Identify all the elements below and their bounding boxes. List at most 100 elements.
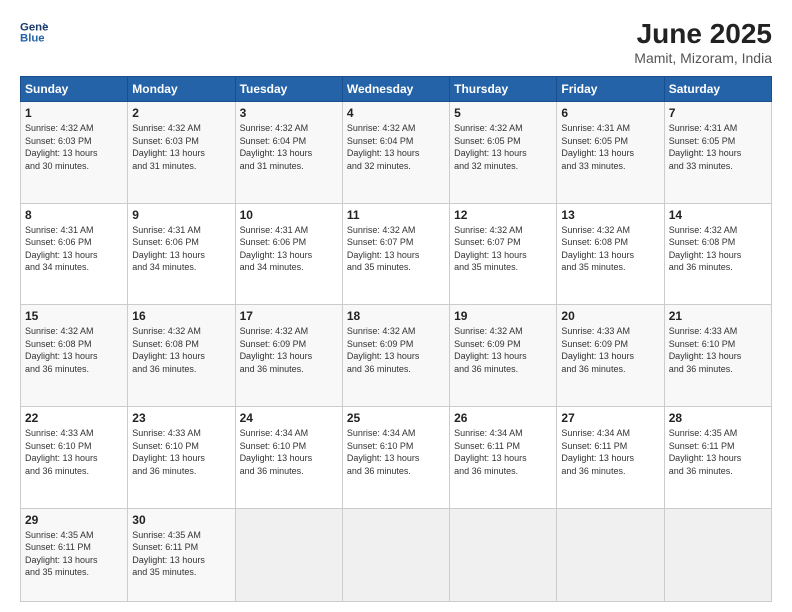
day-number: 18 [347,309,445,323]
calendar-cell: 27Sunrise: 4:34 AM Sunset: 6:11 PM Dayli… [557,406,664,508]
page-subtitle: Mamit, Mizoram, India [634,50,772,66]
day-number: 2 [132,106,230,120]
weekday-header: Monday [128,77,235,102]
calendar-cell: 20 Sunrise: 4:33 AM Sunset: 6:09 PM Dayli… [557,305,664,407]
calendar-week-row: 1 Sunrise: 4:32 AM Sunset: 6:03 PM Daylig… [21,102,772,204]
day-info: Sunrise: 4:32 AM Sunset: 6:08 PM Dayligh… [132,325,230,375]
calendar-cell [235,508,342,601]
day-number: 21 [669,309,767,323]
day-number: 24 [240,411,338,425]
calendar-table: SundayMondayTuesdayWednesdayThursdayFrid… [20,76,772,602]
day-info: Sunrise: 4:31 AM Sunset: 6:05 PM Dayligh… [669,122,767,172]
day-info: Sunrise: 4:32 AM Sunset: 6:03 PM Dayligh… [132,122,230,172]
weekday-header: Thursday [450,77,557,102]
day-number: 20 [561,309,659,323]
day-number: 6 [561,106,659,120]
svg-text:Blue: Blue [20,33,45,45]
calendar-cell: 8Sunrise: 4:31 AM Sunset: 6:06 PM Daylig… [21,203,128,305]
day-number: 30 [132,513,230,527]
calendar-cell [557,508,664,601]
day-info: Sunrise: 4:34 AM Sunset: 6:11 PM Dayligh… [454,427,552,477]
calendar-cell: 17 Sunrise: 4:32 AM Sunset: 6:09 PM Dayli… [235,305,342,407]
day-number: 23 [132,411,230,425]
calendar-week-row: 22 Sunrise: 4:33 AM Sunset: 6:10 PM Dayli… [21,406,772,508]
calendar-cell: 4Sunrise: 4:32 AM Sunset: 6:04 PM Daylig… [342,102,449,204]
calendar-cell: 7 Sunrise: 4:31 AM Sunset: 6:05 PM Daylig… [664,102,771,204]
day-number: 25 [347,411,445,425]
calendar-cell: 18Sunrise: 4:32 AM Sunset: 6:09 PM Dayli… [342,305,449,407]
day-number: 7 [669,106,767,120]
day-info: Sunrise: 4:32 AM Sunset: 6:09 PM Dayligh… [454,325,552,375]
day-info: Sunrise: 4:34 AM Sunset: 6:10 PM Dayligh… [240,427,338,477]
svg-text:General: General [20,21,48,33]
day-number: 1 [25,106,123,120]
day-number: 29 [25,513,123,527]
calendar-cell: 30 Sunrise: 4:35 AM Sunset: 6:11 PM Dayli… [128,508,235,601]
day-info: Sunrise: 4:33 AM Sunset: 6:09 PM Dayligh… [561,325,659,375]
calendar-cell: 5 Sunrise: 4:32 AM Sunset: 6:05 PM Daylig… [450,102,557,204]
page-title: June 2025 [634,18,772,50]
day-info: Sunrise: 4:31 AM Sunset: 6:05 PM Dayligh… [561,122,659,172]
logo: General Blue [20,18,48,46]
calendar-cell: 1 Sunrise: 4:32 AM Sunset: 6:03 PM Daylig… [21,102,128,204]
day-info: Sunrise: 4:32 AM Sunset: 6:03 PM Dayligh… [25,122,123,172]
day-number: 5 [454,106,552,120]
day-info: Sunrise: 4:32 AM Sunset: 6:08 PM Dayligh… [669,224,767,274]
calendar-cell: 19 Sunrise: 4:32 AM Sunset: 6:09 PM Dayli… [450,305,557,407]
calendar-cell: 2 Sunrise: 4:32 AM Sunset: 6:03 PM Daylig… [128,102,235,204]
calendar-cell [450,508,557,601]
day-info: Sunrise: 4:33 AM Sunset: 6:10 PM Dayligh… [669,325,767,375]
day-number: 19 [454,309,552,323]
day-number: 10 [240,208,338,222]
calendar-cell: 29Sunrise: 4:35 AM Sunset: 6:11 PM Dayli… [21,508,128,601]
day-info: Sunrise: 4:32 AM Sunset: 6:08 PM Dayligh… [25,325,123,375]
calendar-week-row: 8 Sunrise: 4:31 AM Sunset: 6:06 PM Daylig… [21,203,772,305]
day-info: Sunrise: 4:32 AM Sunset: 6:04 PM Dayligh… [240,122,338,172]
header: General Blue June 2025 Mamit, Mizoram, I… [20,18,772,66]
logo-icon: General Blue [20,18,48,46]
calendar-week-row: 15 Sunrise: 4:32 AM Sunset: 6:08 PM Dayli… [21,305,772,407]
calendar-cell: 13 Sunrise: 4:32 AM Sunset: 6:08 PM Dayli… [557,203,664,305]
weekday-header: Saturday [664,77,771,102]
day-number: 17 [240,309,338,323]
calendar-cell: 23Sunrise: 4:33 AM Sunset: 6:10 PM Dayli… [128,406,235,508]
calendar-cell: 28Sunrise: 4:35 AM Sunset: 6:11 PM Dayli… [664,406,771,508]
day-number: 11 [347,208,445,222]
day-number: 3 [240,106,338,120]
calendar-cell: 10 Sunrise: 4:31 AM Sunset: 6:06 PM Dayli… [235,203,342,305]
day-number: 9 [132,208,230,222]
calendar-cell: 12Sunrise: 4:32 AM Sunset: 6:07 PM Dayli… [450,203,557,305]
weekday-header: Friday [557,77,664,102]
page: General Blue June 2025 Mamit, Mizoram, I… [0,0,792,612]
calendar-cell: 22 Sunrise: 4:33 AM Sunset: 6:10 PM Dayli… [21,406,128,508]
weekday-header: Tuesday [235,77,342,102]
day-number: 4 [347,106,445,120]
day-info: Sunrise: 4:32 AM Sunset: 6:08 PM Dayligh… [561,224,659,274]
day-info: Sunrise: 4:32 AM Sunset: 6:07 PM Dayligh… [454,224,552,274]
calendar-cell [342,508,449,601]
day-number: 28 [669,411,767,425]
calendar-cell: 21 Sunrise: 4:33 AM Sunset: 6:10 PM Dayli… [664,305,771,407]
day-info: Sunrise: 4:31 AM Sunset: 6:06 PM Dayligh… [240,224,338,274]
day-number: 22 [25,411,123,425]
day-info: Sunrise: 4:32 AM Sunset: 6:09 PM Dayligh… [240,325,338,375]
day-number: 8 [25,208,123,222]
weekday-header-row: SundayMondayTuesdayWednesdayThursdayFrid… [21,77,772,102]
calendar-cell: 15 Sunrise: 4:32 AM Sunset: 6:08 PM Dayli… [21,305,128,407]
calendar-cell: 24 Sunrise: 4:34 AM Sunset: 6:10 PM Dayli… [235,406,342,508]
calendar-cell: 14Sunrise: 4:32 AM Sunset: 6:08 PM Dayli… [664,203,771,305]
calendar-cell: 26Sunrise: 4:34 AM Sunset: 6:11 PM Dayli… [450,406,557,508]
calendar-cell [664,508,771,601]
day-number: 15 [25,309,123,323]
day-info: Sunrise: 4:32 AM Sunset: 6:07 PM Dayligh… [347,224,445,274]
day-number: 16 [132,309,230,323]
day-number: 27 [561,411,659,425]
weekday-header: Sunday [21,77,128,102]
day-number: 13 [561,208,659,222]
day-info: Sunrise: 4:31 AM Sunset: 6:06 PM Dayligh… [132,224,230,274]
day-info: Sunrise: 4:35 AM Sunset: 6:11 PM Dayligh… [132,529,230,579]
calendar-week-row: 29 Sunrise: 4:35 AM Sunset: 6:11 PM Dayli… [21,508,772,601]
day-info: Sunrise: 4:33 AM Sunset: 6:10 PM Dayligh… [25,427,123,477]
title-block: June 2025 Mamit, Mizoram, India [634,18,772,66]
day-info: Sunrise: 4:32 AM Sunset: 6:05 PM Dayligh… [454,122,552,172]
